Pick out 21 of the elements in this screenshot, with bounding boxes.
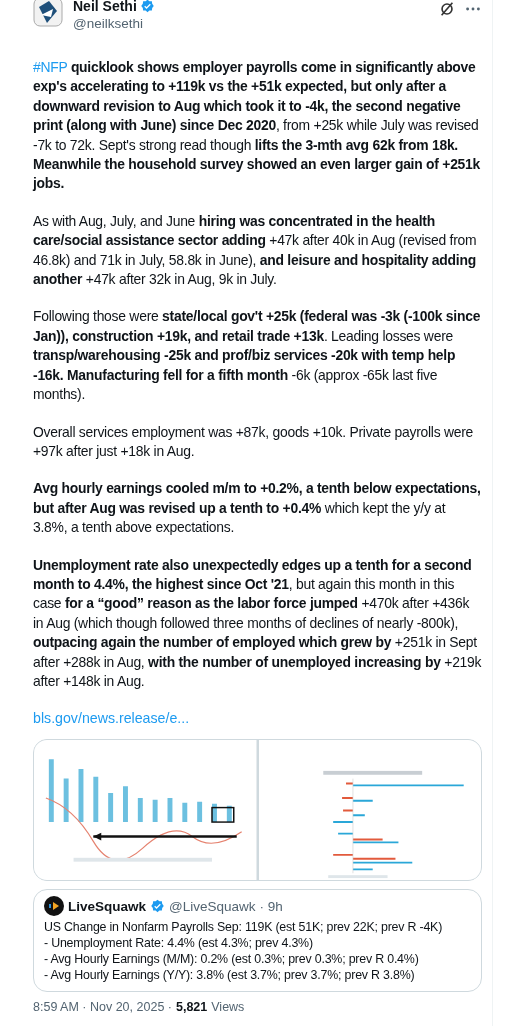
slashed-circle-icon[interactable] <box>438 0 456 18</box>
quoted-text-line: US Change in Nonfarm Payrolls Sep: 119K (est 51K; prev 22K; prev R -4K) <box>44 919 444 936</box>
tweet-paragraph: As with Aug, July, and June hiring was concentrated in the health care/social assistance sector adding +47k after 40k in Aug (revised from 46.8k) and 71k in July, 58.8k in June), and leisure and hospitality adding another +47k after 32k in Aug, 9k in July. <box>33 211 478 290</box>
tweet-paragraph: #NFP quicklook shows employer payrolls come in significantly above exp's accelerating to +119k vs the +51k expected, but only after a downward revision to Aug which took it to -4k, the second negative print (along with June) since Dec 2020, from +25k while July was revised -7k to 72k. Sept's strong read though lifts the 3-mth avg 62k from 18k. Meanwhile the household survey showed an even larger gain of +251k jobs. <box>33 58 482 194</box>
quoted-author-handle[interactable]: @LiveSquawk <box>169 898 256 914</box>
author-name[interactable]: Neil Sethi <box>73 0 137 14</box>
tweet-paragraph: Unemployment rate also unexpectedly edges up a tenth for a second month to 4.4%, the highest since Oct '21, but again this month in this case for a “good” reason as the labor force jumped +470k after +436k in Aug (which though followed three months of declines of nearly -800k), outpacing again the number of employed which grew by +251k in Sept after +288k in Aug, with the number of unemployed increasing by +219k after +148k in Aug. <box>33 555 482 691</box>
quoted-text-line: - Avg Hourly Earnings (Y/Y): 3.8% (est 3.7%; prev 3.7%; prev R 3.8%) <box>44 967 416 984</box>
views-count: 5,821 <box>175 1000 208 1015</box>
timestamp[interactable]: 8:59 AM · Nov 20, 2025 · <box>33 1000 172 1015</box>
quoted-text-line: - Avg Hourly Earnings (M/M): 0.2% (est 0.3%; prev 0.3%; prev R 0.4%) <box>44 951 420 968</box>
author-handle[interactable]: @neilksethi <box>73 16 155 31</box>
tweet-paragraph: Following those were state/local gov't +25k (federal was -3k (-100k since Jan)), construction +19k, and retail trade +13k. Leading losses were transp/warehousing -25k and prof/biz services -20k with temp help -16k. Manufacturing fell for a fifth month -6k (approx -65k last five months). <box>33 307 482 405</box>
tweet-paragraph: Overall services employment was +87k, goods +10k. Private payrolls were +97k after just +18k in Aug. <box>33 422 475 461</box>
avatar-logo[interactable] <box>33 0 63 27</box>
tweet-paragraph: Avg hourly earnings cooled m/m to +0.2%, a tenth below expectations, but after Aug was revised up a tenth to +0.4% which kept the y/y at 3.8%, a tenth above expectations. <box>33 479 482 538</box>
quoted-time: · 9h <box>259 898 283 914</box>
quoted-avatar-icon[interactable] <box>44 896 64 917</box>
quoted-author-name[interactable]: LiveSquawk <box>68 898 147 914</box>
quoted-text-line: - Unemployment Rate: 4.4% (est 4.3%; prev 4.3%) <box>44 935 314 952</box>
views-label: Views <box>211 1000 245 1015</box>
